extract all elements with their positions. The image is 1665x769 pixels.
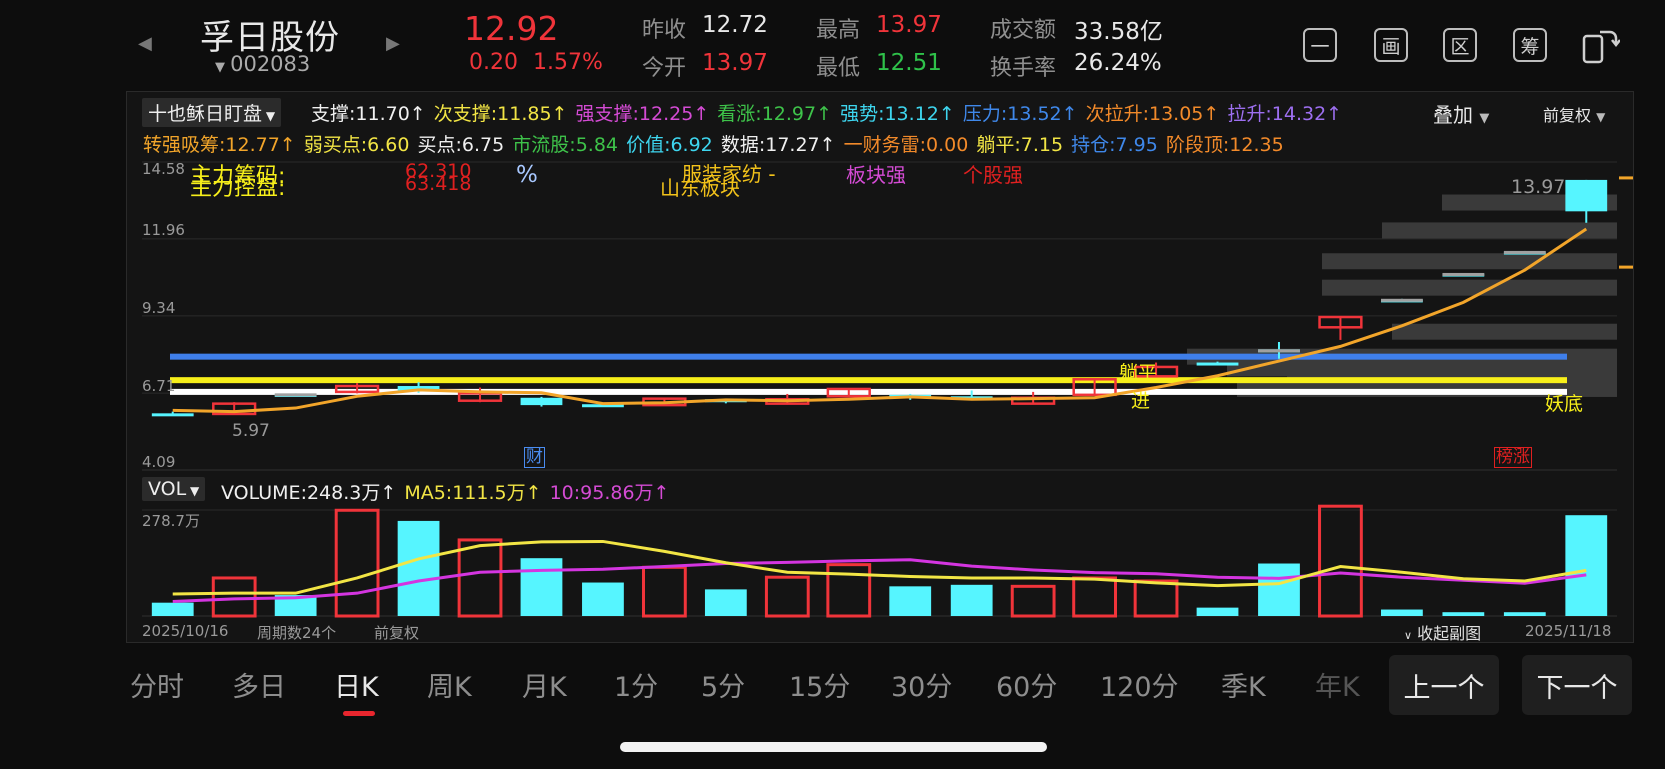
volume-bar-down <box>520 558 563 616</box>
chevron-down-icon: ∨ <box>1404 629 1413 642</box>
volume-max-label: 278.7万 <box>142 512 200 530</box>
volume-bar-down <box>151 602 194 616</box>
tab-5min[interactable]: 5分 <box>701 665 745 704</box>
high-mark-label: 13.97 <box>1511 176 1566 198</box>
region-sector-label: 山东板块 <box>660 176 740 200</box>
volume-bar-down <box>1442 612 1485 616</box>
volume-bar-up <box>457 538 503 618</box>
volume-indicator-name: VOL <box>148 478 187 500</box>
enter-label: 进 <box>1131 390 1151 412</box>
adjust-status: 前复权 <box>374 624 420 642</box>
next-stock-button[interactable]: 下一个 <box>1522 655 1632 715</box>
tab-multiday[interactable]: 多日 <box>232 665 286 704</box>
low-mark-label: 5.97 <box>232 421 270 441</box>
x-start-date: 2025/10/16 <box>142 622 229 640</box>
volume-ma10: 10:95.86万↑ <box>549 482 670 504</box>
volume-bar-down <box>397 520 440 616</box>
volume-bar-up <box>642 565 687 618</box>
tab-60min[interactable]: 60分 <box>996 665 1057 704</box>
chip-bar <box>1392 323 1617 340</box>
x-end-date: 2025/11/18 <box>1525 622 1612 640</box>
volume-bar-up <box>1318 504 1363 618</box>
candle-body-down <box>1565 179 1608 212</box>
tab-intraday[interactable]: 分时 <box>130 665 184 704</box>
tab-weekly-k[interactable]: 周K <box>427 665 472 704</box>
collapse-subchart-button[interactable]: ∨ 收起副图 <box>1404 620 1481 644</box>
tab-1min[interactable]: 1分 <box>614 665 658 704</box>
stock-strong-label: 个股强 <box>963 163 1023 187</box>
level-line-躺平 <box>170 377 1567 384</box>
volume-bar-up <box>1010 584 1056 618</box>
period-count: 周期数24个 <box>257 624 337 642</box>
volume-ma5-line <box>172 539 1587 596</box>
active-tab-underline <box>343 711 375 716</box>
volume-bar-down <box>889 586 932 616</box>
prev-stock-button[interactable]: 上一个 <box>1389 655 1499 715</box>
rank-rise-tag[interactable]: 榜涨 <box>1494 447 1532 468</box>
y-tick-label: 9.34 <box>142 299 176 317</box>
volume-bar-down <box>1258 563 1300 616</box>
main-control-value: 63.418 <box>405 173 472 195</box>
volume-bar-up <box>1072 576 1118 618</box>
volume-bar-up <box>764 575 810 618</box>
tab-daily-k[interactable]: 日K <box>334 665 379 704</box>
volume-bar-down <box>1381 609 1423 616</box>
kline-chart[interactable] <box>0 0 1665 769</box>
flat-label: 躺平 <box>1119 362 1158 384</box>
volume-bar-down <box>704 589 747 616</box>
y-tick-label: 14.58 <box>142 160 185 178</box>
home-indicator <box>620 742 1047 752</box>
collapse-label: 收起副图 <box>1417 624 1482 643</box>
doji-mark <box>1258 349 1300 353</box>
percent-label: % <box>516 162 538 188</box>
level-line-持仓 <box>170 353 1567 360</box>
volume-ma10-line <box>172 558 1587 604</box>
finance-tag[interactable]: 财 <box>524 447 545 468</box>
volume-ma5: MA5:111.5万↑ <box>404 482 542 504</box>
volume-indicator-selector[interactable]: VOL ▼ <box>142 477 206 501</box>
doji-mark <box>1503 250 1546 254</box>
volume-legend: VOLUME:248.3万↑ MA5:111.5万↑ 10:95.86万↑ <box>221 478 671 505</box>
tab-120min[interactable]: 120分 <box>1100 665 1179 704</box>
tab-yearly-k[interactable]: 年K <box>1315 665 1360 704</box>
volume-value: VOLUME:248.3万↑ <box>221 482 397 504</box>
chip-bar <box>1322 279 1617 296</box>
tab-quarterly-k[interactable]: 季K <box>1221 665 1266 704</box>
y-tick-label: 6.71 <box>142 377 176 395</box>
y-tick-label: 4.09 <box>142 453 176 471</box>
volume-bar-down <box>1503 612 1546 616</box>
tab-30min[interactable]: 30分 <box>891 665 952 704</box>
doji-mark <box>1442 272 1485 276</box>
volume-bar-down <box>582 582 624 616</box>
main-control-label: 主力控盘: <box>190 176 286 201</box>
chip-bar <box>1322 253 1617 270</box>
doji-mark <box>274 393 317 397</box>
volume-bar-down <box>950 584 993 616</box>
candle-body-down <box>520 397 563 406</box>
y-tick-label: 11.96 <box>142 221 185 239</box>
volume-bar-down <box>1565 515 1608 616</box>
candle-body-down <box>1196 362 1239 366</box>
volume-bar-up <box>334 508 380 618</box>
caret-down-icon: ▼ <box>186 484 200 498</box>
volume-bar-up <box>211 576 257 618</box>
doji-mark <box>1381 298 1423 302</box>
tab-monthly-k[interactable]: 月K <box>522 665 567 704</box>
volume-bar-up <box>1133 579 1179 618</box>
demon-bottom-label: 妖底 <box>1545 393 1584 415</box>
volume-bar-down <box>1196 607 1239 616</box>
candle-body-down <box>151 413 194 417</box>
tab-15min[interactable]: 15分 <box>789 665 850 704</box>
sector-strong-label: 板块强 <box>846 163 906 187</box>
